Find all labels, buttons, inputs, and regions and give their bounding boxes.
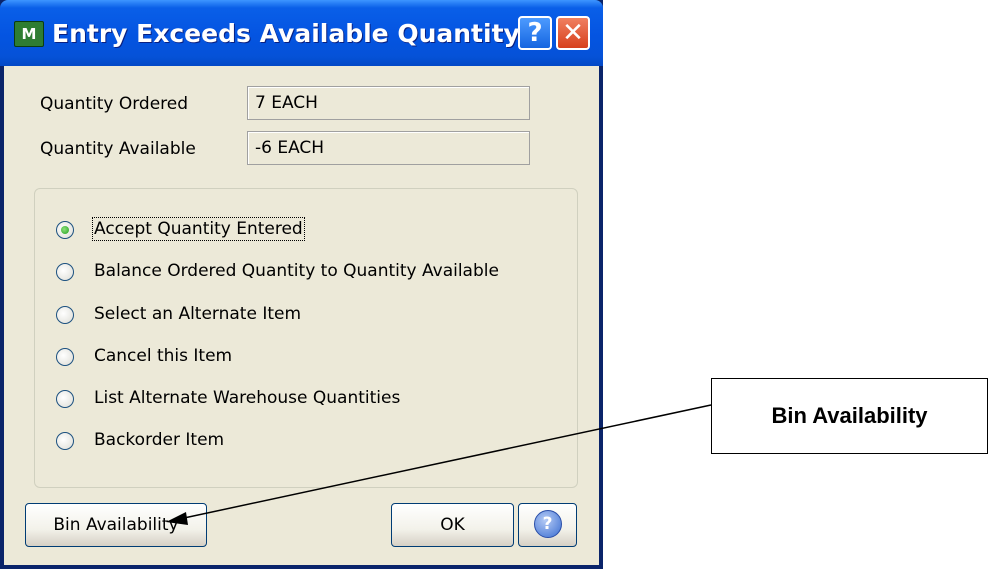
annotation-callout: Bin Availability bbox=[711, 378, 988, 454]
callout-arrow-line bbox=[183, 404, 712, 519]
callout-arrowhead bbox=[166, 512, 188, 525]
callout-arrow bbox=[166, 404, 712, 525]
